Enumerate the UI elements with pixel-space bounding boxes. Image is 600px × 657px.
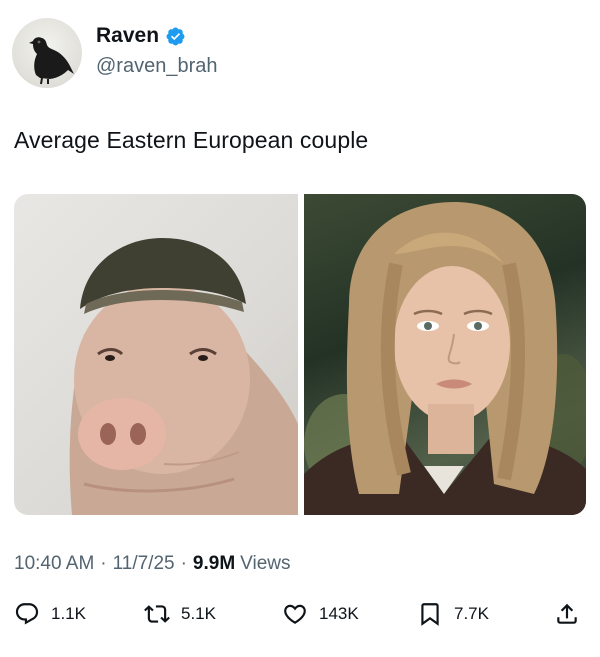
heart-icon — [284, 604, 306, 624]
share-icon — [557, 603, 577, 624]
media-image-left[interactable] — [14, 194, 298, 515]
views-label: Views — [240, 553, 291, 574]
meta-separator: · — [180, 553, 187, 574]
retweet-button[interactable]: 5.1K — [144, 597, 216, 631]
tweet-meta: 10:40 AM · 11/7/25 · 9.9M Views — [14, 553, 291, 575]
tweet-card: Raven @raven_brah Average Eastern Europe… — [0, 0, 600, 657]
author-name-row: Raven — [96, 24, 186, 48]
raven-avatar-icon — [29, 37, 74, 85]
like-count: 143K — [319, 604, 359, 623]
views-count: 9.9M — [192, 553, 236, 574]
woman-photo-icon — [304, 202, 586, 515]
tweet-date[interactable]: 11/7/25 — [113, 553, 175, 575]
share-button[interactable] — [554, 597, 580, 631]
retweet-count: 5.1K — [181, 604, 216, 623]
media-grid — [14, 194, 586, 515]
verified-badge-icon — [165, 26, 186, 47]
tweet-time[interactable]: 10:40 AM — [14, 553, 94, 575]
tweet-text: Average Eastern European couple — [14, 127, 369, 153]
pig-photo-icon — [69, 238, 298, 515]
author-handle[interactable]: @raven_brah — [96, 55, 217, 78]
avatar[interactable] — [12, 18, 82, 88]
bookmark-button[interactable]: 7.7K — [417, 597, 489, 631]
media-image-right[interactable] — [304, 194, 586, 515]
like-button[interactable]: 143K — [282, 597, 359, 631]
retweet-icon — [144, 605, 170, 623]
reply-button[interactable]: 1.1K — [14, 597, 86, 631]
action-bar: 1.1K 5.1K 143K 7.7K — [14, 597, 586, 631]
meta-separator: · — [100, 553, 107, 574]
bookmark-count: 7.7K — [454, 604, 489, 623]
reply-count: 1.1K — [51, 604, 86, 623]
reply-icon — [15, 603, 39, 625]
display-name[interactable]: Raven — [96, 24, 159, 48]
bookmark-icon — [421, 603, 439, 626]
